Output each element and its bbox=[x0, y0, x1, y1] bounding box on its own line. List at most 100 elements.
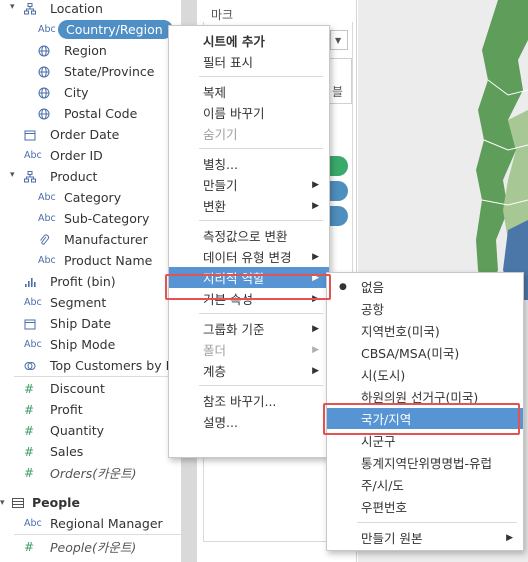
marks-label-card[interactable]: 블 bbox=[330, 58, 352, 104]
field-discount[interactable]: # Discount bbox=[24, 378, 105, 399]
geo-role-item[interactable]: 시(도시) bbox=[327, 364, 523, 385]
context-menu-item[interactable]: 시트에 추가 bbox=[169, 30, 329, 51]
field-order-id[interactable]: Abc Order ID bbox=[24, 145, 103, 166]
geo-role-item[interactable]: 국가/지역 bbox=[327, 408, 523, 429]
field-label: City bbox=[64, 85, 89, 100]
field-city[interactable]: City bbox=[38, 82, 89, 103]
caret-down-icon[interactable]: ▾ bbox=[10, 170, 20, 180]
abc-icon: Abc bbox=[24, 297, 42, 308]
geo-role-item[interactable]: ● 없음 bbox=[327, 276, 523, 297]
field-label: Postal Code bbox=[64, 106, 138, 121]
geo-role-item[interactable]: 공항 bbox=[327, 298, 523, 319]
field-regional-manager[interactable]: Abc Regional Manager bbox=[24, 513, 163, 534]
menu-item-label: 참조 바꾸기... bbox=[203, 394, 277, 409]
menu-item-label: 없음 bbox=[361, 280, 385, 295]
field-sub-category[interactable]: Abc Sub-Category bbox=[38, 208, 149, 229]
abc-icon: Abc bbox=[24, 518, 42, 529]
field-postal-code[interactable]: Postal Code bbox=[38, 103, 137, 124]
geo-role-item[interactable]: 만들기 원본 ▶ bbox=[327, 527, 523, 548]
caret-down-icon[interactable]: ▾ bbox=[10, 2, 20, 12]
field-ship-date[interactable]: Ship Date bbox=[24, 313, 111, 334]
geo-role-item[interactable]: 시군구 bbox=[327, 430, 523, 451]
context-menu-item[interactable]: 계층 ▶ bbox=[169, 360, 329, 381]
geo-role-item[interactable]: 지역번호(미국) bbox=[327, 320, 523, 341]
people-table-header[interactable]: ▾ People bbox=[0, 492, 80, 513]
submenu-arrow-icon: ▶ bbox=[312, 323, 319, 334]
field-segment[interactable]: Abc Segment bbox=[24, 292, 106, 313]
field-orders-카운트[interactable]: # Orders(카운트) bbox=[24, 462, 137, 483]
field-region[interactable]: Region bbox=[38, 40, 107, 61]
menu-item-label: 숨기기 bbox=[203, 127, 238, 142]
menu-item-label: 하원의원 선거구(미국) bbox=[361, 390, 479, 405]
geo-role-item[interactable]: CBSA/MSA(미국) bbox=[327, 342, 523, 363]
set-icon bbox=[24, 360, 50, 372]
field-profit[interactable]: # Profit bbox=[24, 399, 83, 420]
people-measures-separator bbox=[14, 534, 181, 535]
field-product[interactable]: Product bbox=[24, 166, 97, 187]
field-product-name[interactable]: Abc Product Name bbox=[38, 250, 152, 271]
geo-role-item[interactable]: 주/시/도 bbox=[327, 474, 523, 495]
hash-icon: # bbox=[24, 381, 35, 396]
field-sales[interactable]: # Sales bbox=[24, 441, 83, 462]
context-menu-item[interactable]: 별칭... bbox=[169, 153, 329, 174]
menu-separator bbox=[199, 313, 323, 314]
field-label: Category bbox=[64, 190, 122, 205]
field-label: Ship Mode bbox=[50, 337, 116, 352]
menu-item-label: 공항 bbox=[361, 302, 385, 317]
field-label: Region bbox=[64, 43, 107, 58]
menu-item-label: 지역번호(미국) bbox=[361, 324, 440, 339]
abc-icon: Abc bbox=[38, 255, 56, 266]
menu-separator bbox=[199, 148, 323, 149]
field-label: Orders(카운트) bbox=[50, 466, 137, 481]
field-profit-bin[interactable]: Profit (bin) bbox=[24, 271, 116, 292]
menu-item-label: 시트에 추가 bbox=[203, 34, 265, 49]
context-menu-item[interactable]: 측정값으로 변환 bbox=[169, 225, 329, 246]
hash-icon: # bbox=[24, 465, 35, 480]
context-menu-item[interactable]: 복제 bbox=[169, 81, 329, 102]
field-location[interactable]: Location bbox=[24, 0, 103, 19]
field-manufacturer[interactable]: Manufacturer bbox=[38, 229, 148, 250]
chevron-down-icon: ▼ bbox=[335, 36, 342, 45]
field-label: State/Province bbox=[64, 64, 155, 79]
marks-label-text: 블 bbox=[332, 85, 344, 99]
field-category[interactable]: Abc Category bbox=[38, 187, 121, 208]
field-label: Quantity bbox=[50, 423, 105, 438]
context-menu-item[interactable]: 이름 바꾸기 bbox=[169, 102, 329, 123]
mark-type-dropdown[interactable]: ▼ bbox=[330, 30, 348, 50]
field-label: Manufacturer bbox=[64, 232, 148, 247]
calendar-icon bbox=[24, 129, 50, 141]
context-menu-item[interactable]: 만들기 ▶ bbox=[169, 174, 329, 195]
abc-icon: Abc bbox=[24, 150, 42, 161]
context-menu-item[interactable]: 데이터 유형 변경 ▶ bbox=[169, 246, 329, 267]
context-menu-item[interactable]: 필터 표시 bbox=[169, 51, 329, 72]
field-order-date[interactable]: Order Date bbox=[24, 124, 119, 145]
field-top-customers-by-p[interactable]: Top Customers by P... bbox=[24, 355, 183, 376]
context-menu-item[interactable]: 참조 바꾸기... bbox=[169, 390, 329, 411]
menu-item-label: 변환 bbox=[203, 199, 227, 214]
geo-role-item[interactable]: 통계지역단위명명법-유럽 bbox=[327, 452, 523, 473]
bin-icon bbox=[24, 276, 50, 288]
menu-item-label: 그룹화 기준 bbox=[203, 322, 265, 337]
field-state-province[interactable]: State/Province bbox=[38, 61, 155, 82]
submenu-arrow-icon: ▶ bbox=[312, 293, 319, 304]
context-menu-item[interactable]: 기본 속성 ▶ bbox=[169, 288, 329, 309]
menu-item-label: 통계지역단위명명법-유럽 bbox=[361, 456, 493, 471]
caret-down-icon[interactable]: ▾ bbox=[0, 498, 12, 508]
context-menu-item[interactable]: 변환 ▶ bbox=[169, 195, 329, 216]
field-label: Sales bbox=[50, 444, 84, 459]
menu-item-label: 폴더 bbox=[203, 343, 227, 358]
field-people-카운트[interactable]: # People(카운트) bbox=[24, 536, 136, 557]
geo-role-item[interactable]: 우편번호 bbox=[327, 496, 523, 517]
field-country-region[interactable]: Abc Country/Region bbox=[38, 19, 173, 40]
menu-item-label: 국가/지역 bbox=[361, 412, 412, 427]
menu-item-label: 지리적 역할 bbox=[203, 271, 265, 286]
hierarchy-icon bbox=[24, 170, 50, 183]
context-menu-item[interactable]: 설명... bbox=[169, 411, 329, 432]
submenu-arrow-icon: ▶ bbox=[312, 251, 319, 262]
geo-role-item[interactable]: 하원의원 선거구(미국) bbox=[327, 386, 523, 407]
context-menu-item[interactable]: 지리적 역할 ▶ bbox=[169, 267, 329, 288]
field-ship-mode[interactable]: Abc Ship Mode bbox=[24, 334, 115, 355]
field-quantity[interactable]: # Quantity bbox=[24, 420, 104, 441]
context-menu-item[interactable]: 그룹화 기준 ▶ bbox=[169, 318, 329, 339]
globe-icon bbox=[38, 108, 64, 120]
